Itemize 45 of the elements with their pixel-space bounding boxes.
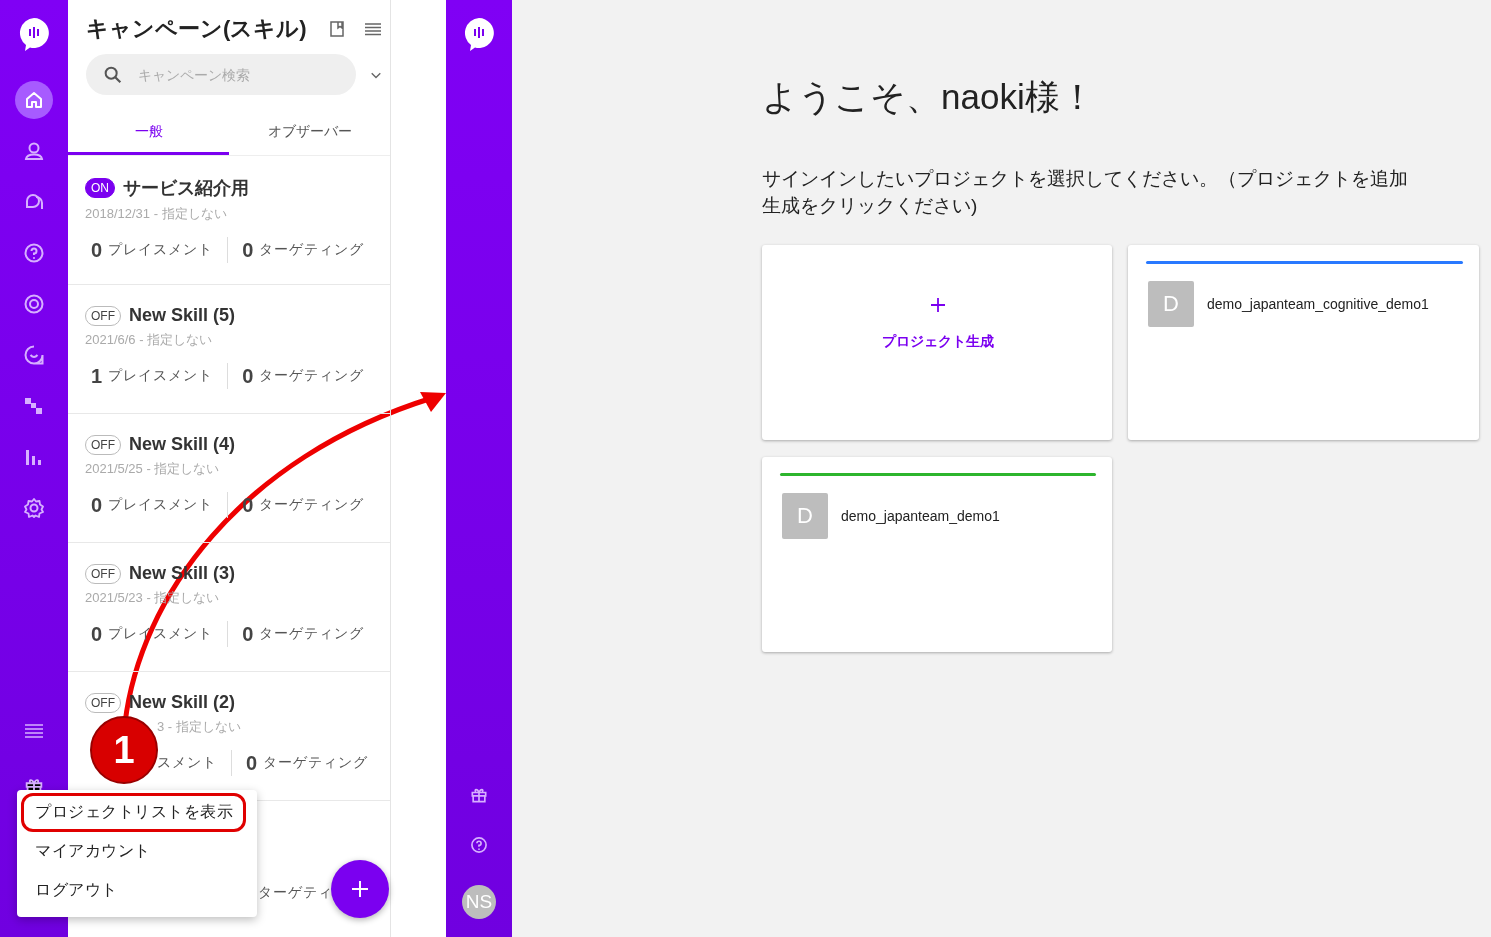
menu-item[interactable]: マイアカウント: [21, 832, 164, 871]
placement-label: プレイスメント: [108, 367, 214, 385]
campaign-title[interactable]: New Skill (5): [129, 305, 236, 326]
placement-count: 0: [91, 238, 103, 262]
placement-count: 0: [91, 622, 103, 646]
targeting-label: ターゲティング: [259, 367, 365, 385]
campaign-date: 2021/5/25 - 指定しない: [85, 460, 221, 478]
menu-item[interactable]: ログアウト: [21, 871, 131, 910]
project-name: demo_japanteam_demo1: [841, 508, 1000, 524]
project-name: demo_japanteam_cognitive_demo1: [1207, 296, 1429, 312]
tab[interactable]: オブザーバー: [229, 111, 390, 155]
placement-count: 1: [91, 364, 103, 388]
menu-item[interactable]: プロジェクトリストを表示: [21, 793, 246, 832]
placement-label: プレイスメント: [108, 496, 214, 514]
campaign-title[interactable]: New Skill (4): [129, 434, 236, 455]
instruction-text: サインインしたいプロジェクトを選択してください。（プロジェクトを追加: [762, 167, 1409, 191]
welcome-heading: ようこそ、naoki様！: [762, 76, 1096, 118]
targeting-label: ターゲティング: [263, 754, 369, 772]
targeting-count: 0: [246, 751, 258, 775]
tab[interactable]: 一般: [68, 111, 229, 155]
campaign-title[interactable]: サービス紹介用: [123, 176, 249, 200]
placement-label: スメント: [157, 754, 217, 772]
targeting-count: 0: [242, 622, 254, 646]
targeting-count: 0: [242, 364, 254, 388]
campaign-date: 2018/12/31 - 指定しない: [85, 205, 228, 223]
targeting-label: ターゲティング: [259, 625, 365, 643]
new-project-card[interactable]: プロジェクト生成: [762, 245, 1112, 440]
placement-label: プレイスメント: [108, 241, 214, 259]
search-field[interactable]: キャンペーン検索: [86, 54, 356, 95]
campaign-title[interactable]: New Skill (2): [129, 692, 236, 713]
project-card[interactable]: D demo_japanteam_demo1: [762, 457, 1112, 652]
targeting-label: ターゲティング: [259, 241, 365, 259]
targeting-label: ターゲティ: [258, 884, 333, 900]
campaign-date: 2021/6/6 - 指定しない: [85, 331, 214, 349]
instruction-text: 生成をクリックください): [762, 194, 979, 218]
step-marker: 1: [90, 716, 158, 784]
placement-count: 0: [91, 493, 103, 517]
targeting-count: 0: [242, 238, 254, 262]
targeting-label: ターゲティング: [259, 496, 365, 514]
project-card[interactable]: D demo_japanteam_cognitive_demo1: [1128, 245, 1479, 440]
project-initial: D: [1148, 281, 1194, 327]
panel-title: キャンペーン(スキル): [86, 15, 308, 43]
status-badge[interactable]: ON: [85, 178, 115, 198]
project-initial: D: [782, 493, 828, 539]
campaign-date: 3 - 指定しない: [156, 718, 242, 736]
